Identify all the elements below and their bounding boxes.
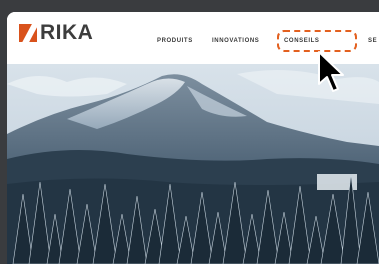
mouse-cursor-icon — [318, 51, 344, 92]
nav-highlight-outline — [277, 30, 357, 52]
nav-item-innovations[interactable]: INNOVATIONS — [212, 38, 259, 44]
rika-logo[interactable]: RIKA — [19, 21, 94, 44]
rika-logo-icon — [19, 24, 37, 42]
nav-item-produits[interactable]: PRODUITS — [157, 38, 193, 44]
nav-item-se[interactable]: SE — [368, 38, 377, 44]
brand-name: RIKA — [40, 21, 94, 44]
